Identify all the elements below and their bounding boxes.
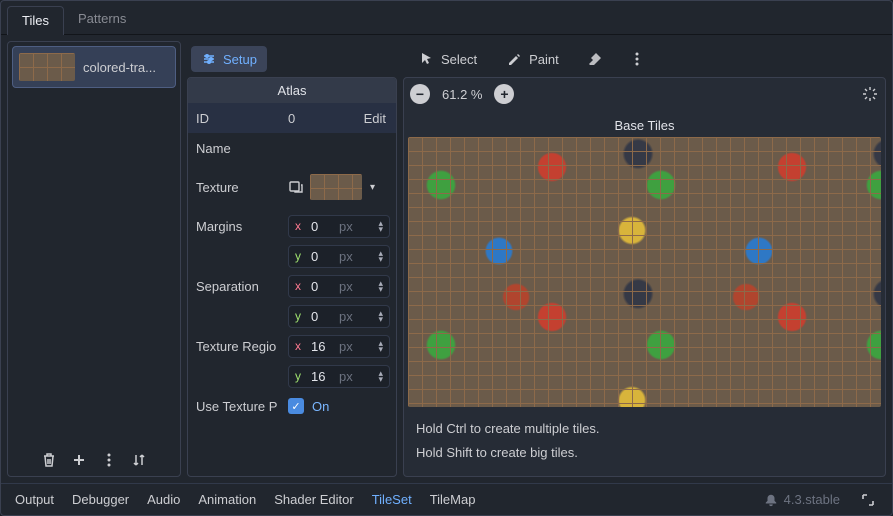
eraser-icon[interactable] — [579, 45, 611, 73]
hint-shift: Hold Shift to create big tiles. — [416, 441, 873, 466]
version-label: 4.3.stable — [764, 492, 840, 507]
texture-open-icon[interactable] — [288, 179, 304, 195]
panel-tilemap[interactable]: TileMap — [430, 492, 476, 507]
paint-button[interactable]: Paint — [497, 46, 569, 72]
region-x-input[interactable]: x16px▴▾ — [288, 335, 390, 358]
stepper-icon[interactable]: ▴▾ — [378, 250, 383, 262]
stepper-icon[interactable]: ▴▾ — [378, 280, 383, 292]
texture-preview[interactable] — [310, 174, 362, 200]
panel-output[interactable]: Output — [15, 492, 54, 507]
zoom-level[interactable]: 61.2 % — [442, 87, 482, 102]
add-icon[interactable] — [69, 450, 89, 470]
separation-y-input[interactable]: y0px▴▾ — [288, 305, 390, 328]
expand-panel-icon[interactable] — [858, 490, 878, 510]
select-button[interactable]: Select — [409, 46, 487, 72]
delete-icon[interactable] — [39, 450, 59, 470]
texture-dropdown-icon[interactable]: ▾ — [368, 182, 377, 193]
id-label: ID — [188, 104, 282, 133]
margins-label: Margins — [188, 212, 282, 241]
properties-panel: Setup Atlas ID 0 Edit Name — [187, 41, 397, 477]
more-icon[interactable] — [99, 450, 119, 470]
use-texture-label: Use Texture P — [188, 392, 282, 421]
stepper-icon[interactable]: ▴▾ — [378, 310, 383, 322]
source-label: colored-tra... — [83, 60, 169, 75]
tileset-canvas[interactable] — [408, 137, 881, 407]
viewport-panel: Select Paint − 61.2 % + Base Tiles — [403, 41, 886, 477]
zoom-out-button[interactable]: − — [410, 84, 430, 104]
separation-x-input[interactable]: x0px▴▾ — [288, 275, 390, 298]
name-label: Name — [188, 134, 282, 163]
paint-label: Paint — [529, 52, 559, 67]
stepper-icon[interactable]: ▴▾ — [378, 370, 383, 382]
panel-audio[interactable]: Audio — [147, 492, 180, 507]
tab-tiles[interactable]: Tiles — [7, 6, 64, 35]
texture-label: Texture — [188, 173, 282, 202]
atlas-header: Atlas — [188, 78, 396, 103]
use-texture-on: On — [312, 399, 329, 414]
setup-label: Setup — [223, 52, 257, 67]
tab-patterns[interactable]: Patterns — [64, 5, 140, 34]
source-item[interactable]: colored-tra... — [12, 46, 176, 88]
source-thumbnail — [19, 53, 75, 81]
zoom-in-button[interactable]: + — [494, 84, 514, 104]
center-view-icon[interactable] — [861, 85, 879, 103]
viewport-title: Base Tiles — [404, 110, 885, 137]
id-edit-button[interactable]: Edit — [360, 111, 390, 126]
panel-animation[interactable]: Animation — [198, 492, 256, 507]
stepper-icon[interactable]: ▴▾ — [378, 340, 383, 352]
id-value[interactable]: 0 — [288, 111, 295, 126]
region-y-input[interactable]: y16px▴▾ — [288, 365, 390, 388]
panel-tileset[interactable]: TileSet — [372, 492, 412, 507]
region-label: Texture Regio — [188, 332, 282, 361]
bell-icon — [764, 493, 778, 507]
sort-icon[interactable] — [129, 450, 149, 470]
select-label: Select — [441, 52, 477, 67]
mode-toolbar: Setup — [187, 41, 397, 77]
panel-shader[interactable]: Shader Editor — [274, 492, 354, 507]
bottom-bar: Output Debugger Audio Animation Shader E… — [1, 483, 892, 515]
margins-x-input[interactable]: x0px▴▾ — [288, 215, 390, 238]
stepper-icon[interactable]: ▴▾ — [378, 220, 383, 232]
separation-label: Separation — [188, 272, 282, 301]
use-texture-checkbox[interactable]: ✓ — [288, 398, 304, 414]
source-panel: colored-tra... — [7, 41, 181, 477]
panel-debugger[interactable]: Debugger — [72, 492, 129, 507]
main-tabs: Tiles Patterns — [1, 1, 892, 35]
hint-ctrl: Hold Ctrl to create multiple tiles. — [416, 417, 873, 442]
setup-button[interactable]: Setup — [191, 46, 267, 72]
menu-icon[interactable] — [621, 45, 653, 73]
margins-y-input[interactable]: y0px▴▾ — [288, 245, 390, 268]
